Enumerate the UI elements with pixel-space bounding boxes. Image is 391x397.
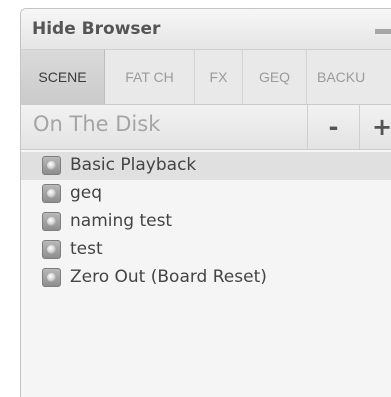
scene-file-icon (42, 156, 61, 175)
add-scene-button[interactable]: + (359, 105, 391, 149)
tab-fx[interactable]: FX (195, 50, 243, 104)
tab-bar: SCENE FAT CH FX GEQ BACKU (21, 50, 391, 105)
list-item-label: naming test (70, 211, 173, 231)
list-item-label: test (70, 239, 103, 259)
hide-browser-button[interactable]: Hide Browser (32, 19, 160, 39)
list-item[interactable]: Zero Out (Board Reset) (21, 264, 391, 292)
tab-fat-ch[interactable]: FAT CH (105, 50, 195, 104)
list-item[interactable]: geq (21, 180, 391, 208)
list-item-label: Zero Out (Board Reset) (70, 267, 267, 287)
section-title: On The Disk (33, 112, 161, 136)
list-item-label: geq (70, 183, 103, 203)
list-item[interactable]: Basic Playback (21, 152, 391, 180)
list-item-label: Basic Playback (70, 155, 197, 175)
scene-file-icon (42, 268, 61, 287)
list-item[interactable]: test (21, 236, 391, 264)
scene-file-icon (42, 212, 61, 231)
title-bar: Hide Browser (21, 9, 391, 50)
scene-file-icon (42, 184, 61, 203)
browser-panel: Hide Browser SCENE FAT CH FX GEQ BACKU O… (20, 8, 391, 397)
scene-file-icon (42, 240, 61, 259)
list-item[interactable]: naming test (21, 208, 391, 236)
minimize-icon[interactable] (375, 29, 391, 34)
tab-geq[interactable]: GEQ (243, 50, 307, 104)
tab-scene[interactable]: SCENE (21, 50, 105, 104)
remove-scene-button[interactable]: - (307, 105, 359, 149)
scene-list: Basic Playback geq naming test test Zero… (21, 150, 391, 397)
section-header: On The Disk - + (21, 105, 391, 150)
tab-backup[interactable]: BACKU (307, 50, 391, 104)
